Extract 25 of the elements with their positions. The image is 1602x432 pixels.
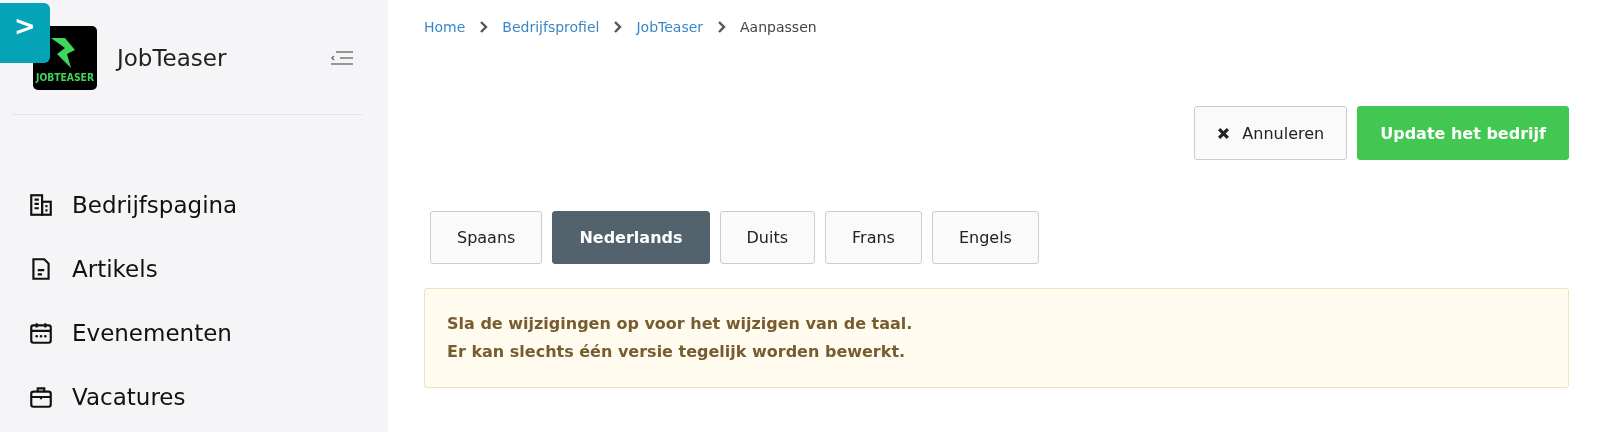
current-page-label: Aanpassen bbox=[740, 19, 817, 35]
sidebar-item[interactable]: Evenementen bbox=[28, 313, 388, 353]
breadcrumb-link[interactable]: Bedrijfsprofiel bbox=[502, 19, 600, 35]
sidebar-item[interactable]: Bedrijfspagina bbox=[28, 185, 388, 225]
calendar-icon bbox=[28, 320, 54, 346]
close-icon bbox=[1217, 126, 1231, 140]
cancel-button[interactable]: Annuleren bbox=[1194, 106, 1348, 160]
briefcase-icon bbox=[28, 384, 54, 410]
language-tab[interactable]: Frans bbox=[825, 211, 922, 264]
language-tab[interactable]: Engels bbox=[931, 211, 1039, 264]
sidebar-item[interactable]: Vacatures bbox=[28, 377, 388, 417]
language-tab[interactable]: Duits bbox=[719, 211, 815, 264]
chevron-right-icon bbox=[479, 21, 489, 33]
language-tab[interactable]: Spaans bbox=[430, 211, 543, 264]
sidebar-item[interactable]: Artikels bbox=[28, 249, 388, 289]
alert-text: Sla de wijzigingen op voor het wijzigen van de taal. bbox=[447, 313, 914, 335]
language-tab[interactable]: Nederlands bbox=[552, 211, 710, 264]
collapse-menu-icon[interactable] bbox=[330, 50, 354, 66]
app-title: JobTeaser bbox=[117, 45, 228, 71]
breadcrumb-link[interactable]: Home bbox=[424, 19, 466, 35]
breadcrumb-link[interactable]: JobTeaser bbox=[636, 19, 704, 35]
building-icon bbox=[28, 192, 54, 218]
chevron-right-icon bbox=[717, 21, 727, 33]
chevron-right-icon bbox=[613, 21, 623, 33]
alert-text: Er kan slechts één versie tegelijk worden bewerkt. bbox=[447, 341, 907, 363]
